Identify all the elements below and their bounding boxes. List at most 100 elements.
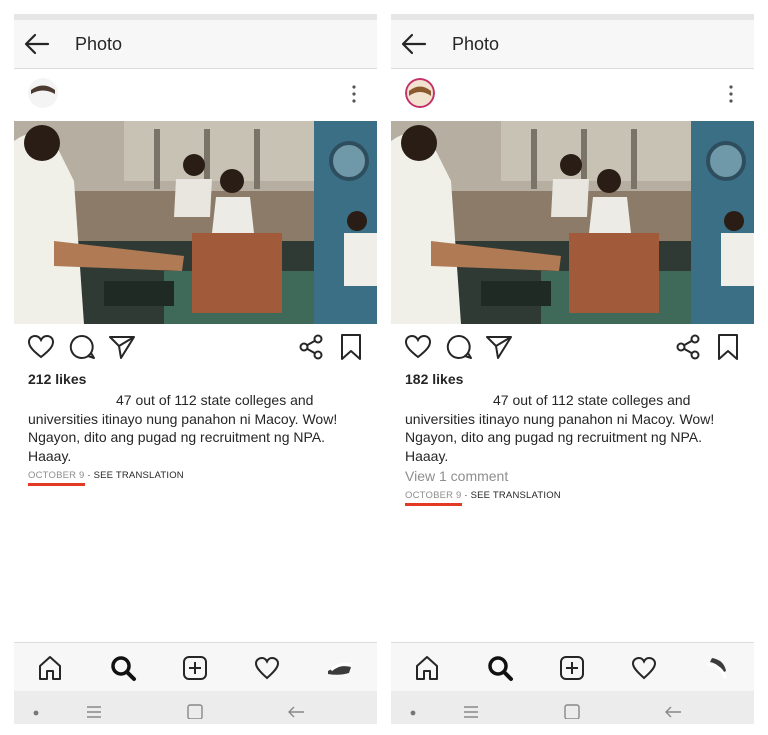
avatar[interactable] <box>28 78 58 108</box>
system-back-button[interactable] <box>663 703 683 719</box>
system-nav-bar <box>14 691 377 724</box>
nav-add-post[interactable] <box>181 654 209 682</box>
post-header <box>391 76 754 120</box>
comment-button[interactable] <box>444 332 474 362</box>
bookmark-button[interactable] <box>336 332 366 362</box>
bookmark-icon <box>341 334 361 360</box>
search-icon <box>111 656 136 681</box>
nav-add-post[interactable] <box>558 654 586 682</box>
nav-activity[interactable] <box>253 654 281 682</box>
recents-icon <box>87 706 101 718</box>
like-button[interactable] <box>26 332 56 362</box>
send-button[interactable] <box>484 332 514 362</box>
system-home-button[interactable] <box>562 703 582 719</box>
heart-icon <box>27 334 55 359</box>
likes-count[interactable]: 212 likes <box>28 371 86 387</box>
nav-profile[interactable] <box>325 654 353 682</box>
bottom-nav <box>14 642 377 692</box>
activity-heart-icon <box>631 656 657 680</box>
caption-line: Ngayon, dito ang pugad ng recruitment ng… <box>28 429 326 445</box>
bookmark-button[interactable] <box>713 332 743 362</box>
view-comments-link[interactable]: View 1 comment <box>405 468 508 484</box>
post-photo[interactable] <box>391 121 754 324</box>
post-date: OCTOBER 9 <box>28 470 85 481</box>
caption-line: universities itinayo nung panahon ni Mac… <box>28 410 338 427</box>
bottom-nav <box>391 642 754 692</box>
post-meta: OCTOBER 9 · SEE TRANSLATION <box>405 490 561 501</box>
caption-line: Haaay. <box>28 447 72 464</box>
post-date: OCTOBER 9 <box>405 490 462 501</box>
heart-icon <box>404 334 432 359</box>
recents-icon <box>464 706 478 718</box>
more-options-button[interactable] <box>726 84 736 104</box>
caption-line: Haaay. <box>405 447 449 464</box>
add-post-icon <box>560 656 584 680</box>
see-translation-link[interactable]: SEE TRANSLATION <box>471 490 561 501</box>
post-meta: OCTOBER 9 · SEE TRANSLATION <box>28 470 184 481</box>
home-icon <box>39 656 61 680</box>
profile-icon <box>328 662 353 675</box>
post-screen-right: Photo 182 likes 47 out of 112 state coll… <box>391 14 754 724</box>
nav-activity[interactable] <box>630 654 658 682</box>
more-options-icon <box>729 85 733 103</box>
system-home-button[interactable] <box>185 703 205 719</box>
post-actions <box>14 332 377 366</box>
activity-heart-icon <box>254 656 280 680</box>
comment-icon <box>446 334 472 359</box>
meta-separator: · <box>461 490 471 501</box>
likes-count[interactable]: 182 likes <box>405 371 463 387</box>
profile-icon <box>707 658 727 679</box>
share-button[interactable] <box>673 332 703 362</box>
like-button[interactable] <box>403 332 433 362</box>
add-post-icon <box>183 656 207 680</box>
page-title: Photo <box>75 34 123 54</box>
caption-line: universities itinayo nung panahon ni Mac… <box>405 410 715 427</box>
post-photo[interactable] <box>14 121 377 324</box>
share-button[interactable] <box>296 332 326 362</box>
caption-line: 47 out of 112 state colleges and <box>493 392 691 408</box>
search-icon <box>488 656 513 681</box>
home-icon <box>416 656 438 680</box>
comment-icon <box>69 334 95 359</box>
post-header <box>14 76 377 120</box>
send-icon <box>109 336 135 359</box>
meta-separator: · <box>84 470 94 481</box>
system-dot-button[interactable] <box>28 703 48 719</box>
avatar[interactable] <box>405 78 435 108</box>
back-button[interactable] <box>24 32 50 56</box>
nav-home[interactable] <box>413 654 441 682</box>
home-square-icon <box>187 704 203 719</box>
system-dot-button[interactable] <box>405 703 425 719</box>
page-title: Photo <box>452 34 500 54</box>
send-button[interactable] <box>107 332 137 362</box>
system-recents-button[interactable] <box>461 703 481 719</box>
back-arrow-icon <box>24 33 50 55</box>
date-underline-mark <box>405 503 462 506</box>
more-options-button[interactable] <box>349 84 359 104</box>
nav-search[interactable] <box>109 654 137 682</box>
system-back-button[interactable] <box>286 703 306 719</box>
caption-line: Ngayon, dito ang pugad ng recruitment ng… <box>405 429 703 445</box>
send-icon <box>486 336 512 359</box>
system-nav-bar <box>391 691 754 724</box>
nav-home[interactable] <box>36 654 64 682</box>
back-arrow-icon <box>401 33 427 55</box>
comment-button[interactable] <box>67 332 97 362</box>
recent-apps-dot-icon <box>33 710 39 716</box>
post-screen-left: Photo 212 likes 47 out of 112 state coll… <box>14 14 377 724</box>
more-options-icon <box>352 85 356 103</box>
back-button[interactable] <box>401 32 427 56</box>
top-bar: Photo <box>391 20 754 69</box>
system-recents-button[interactable] <box>84 703 104 719</box>
post-caption: 47 out of 112 state colleges and univers… <box>405 391 745 465</box>
share-icon <box>299 334 323 360</box>
share-icon <box>676 334 700 360</box>
nav-profile[interactable] <box>702 654 730 682</box>
home-square-icon <box>564 704 580 719</box>
recent-apps-dot-icon <box>410 710 416 716</box>
system-back-icon <box>288 706 304 718</box>
see-translation-link[interactable]: SEE TRANSLATION <box>94 470 184 481</box>
post-caption: 47 out of 112 state colleges and univers… <box>28 391 368 465</box>
nav-search[interactable] <box>486 654 514 682</box>
bookmark-icon <box>718 334 738 360</box>
